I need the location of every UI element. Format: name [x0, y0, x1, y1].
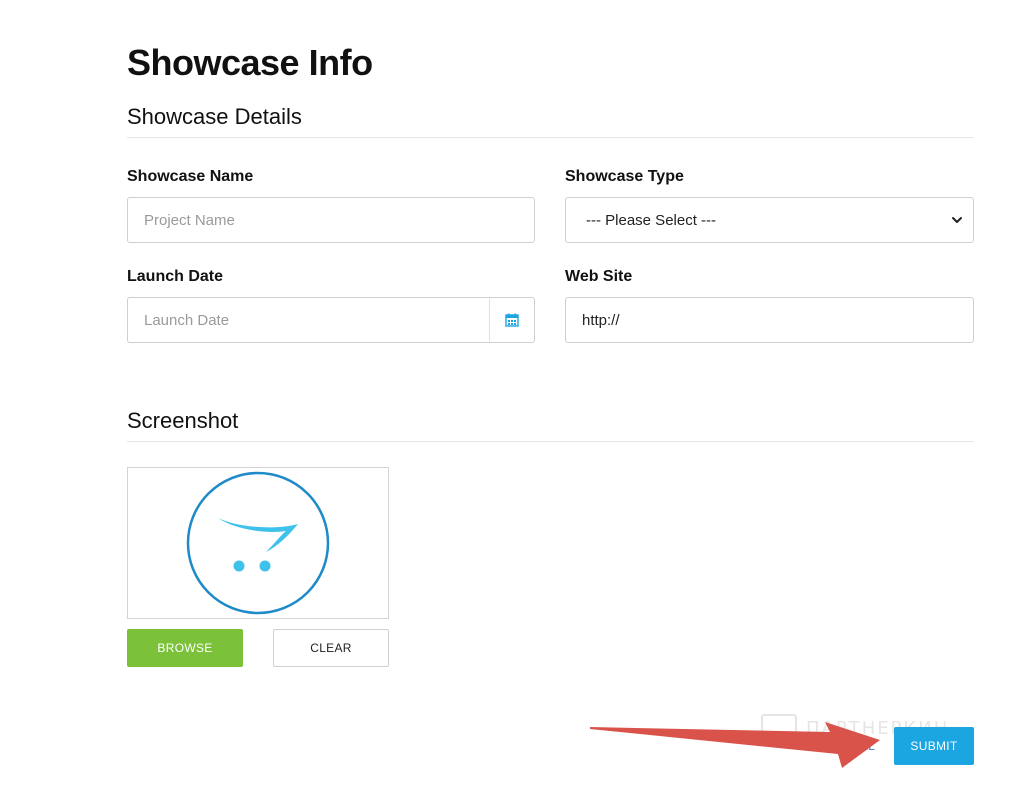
cancel-button[interactable]: CANCEL: [812, 727, 888, 765]
showcase-name-input[interactable]: Project Name: [127, 197, 535, 243]
showcase-name-label: Showcase Name: [127, 168, 254, 185]
calendar-button[interactable]: [489, 297, 535, 343]
web-site-value: http://: [582, 311, 620, 329]
section-title-screenshot: Screenshot: [127, 408, 239, 433]
showcase-info-page: Showcase Info Showcase Details Showcase …: [0, 0, 1010, 807]
submit-button[interactable]: SUBMIT: [894, 727, 974, 765]
browse-button[interactable]: BROWSE: [127, 629, 243, 667]
web-site-label: Web Site: [565, 268, 633, 285]
showcase-type-selected: --- Please Select ---: [586, 211, 717, 229]
showcase-type-label: Showcase Type: [565, 168, 684, 185]
clear-button[interactable]: CLEAR: [273, 629, 389, 667]
chevron-down-icon: [952, 217, 962, 223]
calendar-icon: [505, 313, 519, 327]
section-title-details: Showcase Details: [127, 104, 302, 129]
web-site-input[interactable]: http://: [565, 297, 974, 343]
showcase-name-placeholder: Project Name: [144, 211, 235, 229]
chat-bubble-icon: [761, 714, 797, 743]
opencart-logo-icon: [186, 471, 330, 615]
showcase-type-select[interactable]: --- Please Select ---: [565, 197, 974, 243]
launch-date-placeholder: Launch Date: [144, 311, 230, 329]
launch-date-input[interactable]: Launch Date: [127, 297, 490, 343]
page-title: Showcase Info: [127, 42, 373, 83]
section-divider: [127, 441, 974, 442]
launch-date-label: Launch Date: [127, 268, 224, 285]
section-divider: [127, 137, 974, 138]
screenshot-preview: [127, 467, 389, 619]
